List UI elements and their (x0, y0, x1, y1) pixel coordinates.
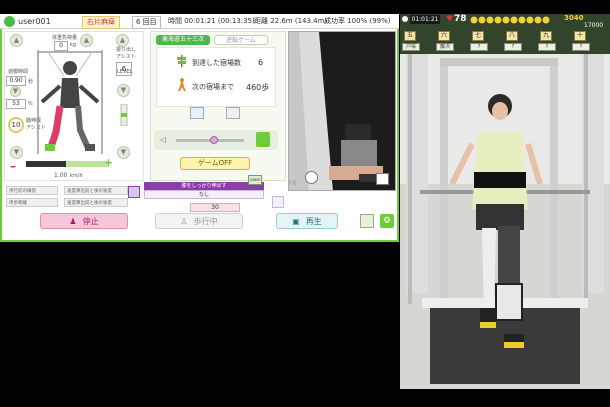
assist-down-button[interactable]: ▼ (117, 84, 130, 97)
game-badge[interactable]: GAME (248, 175, 262, 185)
success-rate: 成功率 100% (99%) (324, 17, 391, 25)
wave-icon[interactable] (272, 196, 284, 208)
extension-value[interactable]: 10 (8, 117, 24, 133)
assist-label: 振り出し アシスト (116, 47, 137, 60)
value-30: 30 (190, 203, 240, 212)
replay-button[interactable]: ▣ 再生 (276, 213, 338, 229)
treadmill-video (400, 14, 610, 389)
tab-tokaido[interactable]: 東海道五十三次 (156, 35, 210, 45)
assist-unit: LEVEL (117, 69, 133, 75)
stride-down-button[interactable]: ▼ (10, 86, 21, 97)
camera-icon[interactable] (376, 173, 389, 185)
balance-slider[interactable] (118, 103, 130, 127)
user-name: user001 (18, 17, 51, 26)
arrived-value: 6 (258, 58, 264, 67)
station-9: 九 (540, 31, 552, 41)
station-7: 七 (472, 31, 484, 41)
walking-button[interactable]: ♙ 歩行中 (155, 213, 243, 229)
camera-preview (288, 31, 396, 191)
station-10: 十 (574, 31, 586, 41)
station-name-totsuka: 戸塚 (402, 43, 420, 51)
session-count: 6 回目 (132, 16, 161, 29)
person-icon: ♟ (69, 217, 77, 226)
knee-load-up-button[interactable]: ▲ (10, 34, 23, 47)
walker-figure (30, 46, 110, 158)
small-button-4[interactable]: 速度算出前と後の速度 (64, 198, 128, 207)
walking-person-icon (176, 78, 187, 92)
speed-minus-button[interactable]: – (10, 160, 22, 172)
tab-reverse-game[interactable]: 逆転ゲーム (214, 35, 268, 45)
f8-label: F8 (289, 180, 297, 187)
station-8: 八 (506, 31, 518, 41)
overlay-time: 01:01:21 (410, 15, 440, 24)
purple-value: なし (144, 190, 264, 199)
station-6: 六 (438, 31, 450, 41)
coin-row (470, 16, 554, 24)
record-icon[interactable] (305, 171, 318, 184)
small-button-3[interactable]: 単歩距離 (6, 198, 58, 207)
speed-bar (26, 161, 108, 167)
walk-distance: 距離 22.6m (143.4m) (254, 17, 328, 25)
walk-icon: ♙ (180, 217, 188, 226)
knee-fix-label: 体重負荷量 (52, 35, 78, 41)
stride-label: 遊脚時間 (8, 69, 29, 75)
speed-value: 1.00 (54, 172, 68, 179)
walking-label: 歩行中 (193, 217, 218, 226)
station-name-unknown-4: ? (572, 43, 590, 51)
next-value: 460歩 (246, 83, 270, 92)
paralysis-mode: 右片麻痺 (82, 16, 120, 29)
replay-label: 再生 (305, 217, 322, 226)
score-bottom: 17000 (584, 22, 604, 29)
station-5: 五 (404, 31, 416, 41)
extension-down-button[interactable]: ▼ (10, 146, 23, 159)
stride-value: 0.90 (6, 76, 26, 86)
clock-icon (402, 16, 408, 22)
small-button-1[interactable]: 歩行前の練習 (6, 186, 58, 195)
station-name-unknown-3: ? (538, 43, 556, 51)
people-icon[interactable] (190, 107, 204, 119)
next-label: 次の宿場まで (192, 83, 234, 91)
angle-value: 53 (6, 99, 26, 109)
stop-label: 停止 (82, 217, 99, 226)
elapsed-time: 時間 00:01:21 (00:13:35) (168, 17, 255, 25)
robot-icon[interactable] (226, 107, 240, 119)
signpost-icon (176, 55, 187, 67)
station-name-unknown-1: ? (470, 43, 488, 51)
purple-label: 膝をしっかり伸ばす (144, 182, 264, 190)
station-name-fujisawa: 藤沢 (436, 43, 454, 51)
arrived-label: 到達した宿場数 (192, 59, 241, 67)
speed-unit: km/h (70, 173, 83, 179)
station-name-unknown-2: ? (504, 43, 522, 51)
assist-up-button[interactable]: ▲ (116, 34, 129, 47)
gear-icon[interactable]: ⚙ (380, 214, 394, 228)
book-icon[interactable] (128, 186, 140, 198)
score-top: 3040 (564, 14, 584, 22)
camera-small-icon: ▣ (292, 217, 300, 226)
heart-icon: ♥ (446, 14, 454, 23)
overlay-bpm: 78 (454, 14, 467, 24)
volume-slider[interactable] (176, 136, 244, 144)
stop-button[interactable]: ♟ 停止 (40, 213, 128, 229)
user-icon (4, 16, 15, 27)
game-toggle-button[interactable]: ゲームOFF (180, 157, 250, 170)
speed-plus-button[interactable]: + (104, 157, 116, 169)
game-info (156, 47, 276, 107)
menu-icon[interactable] (360, 214, 374, 228)
speaker-icon: ◁ (160, 135, 167, 144)
person-standing-icon[interactable] (256, 132, 270, 147)
balance-down-button[interactable]: ▼ (117, 146, 130, 159)
small-button-2[interactable]: 速度算出前と後の速度 (64, 186, 128, 195)
